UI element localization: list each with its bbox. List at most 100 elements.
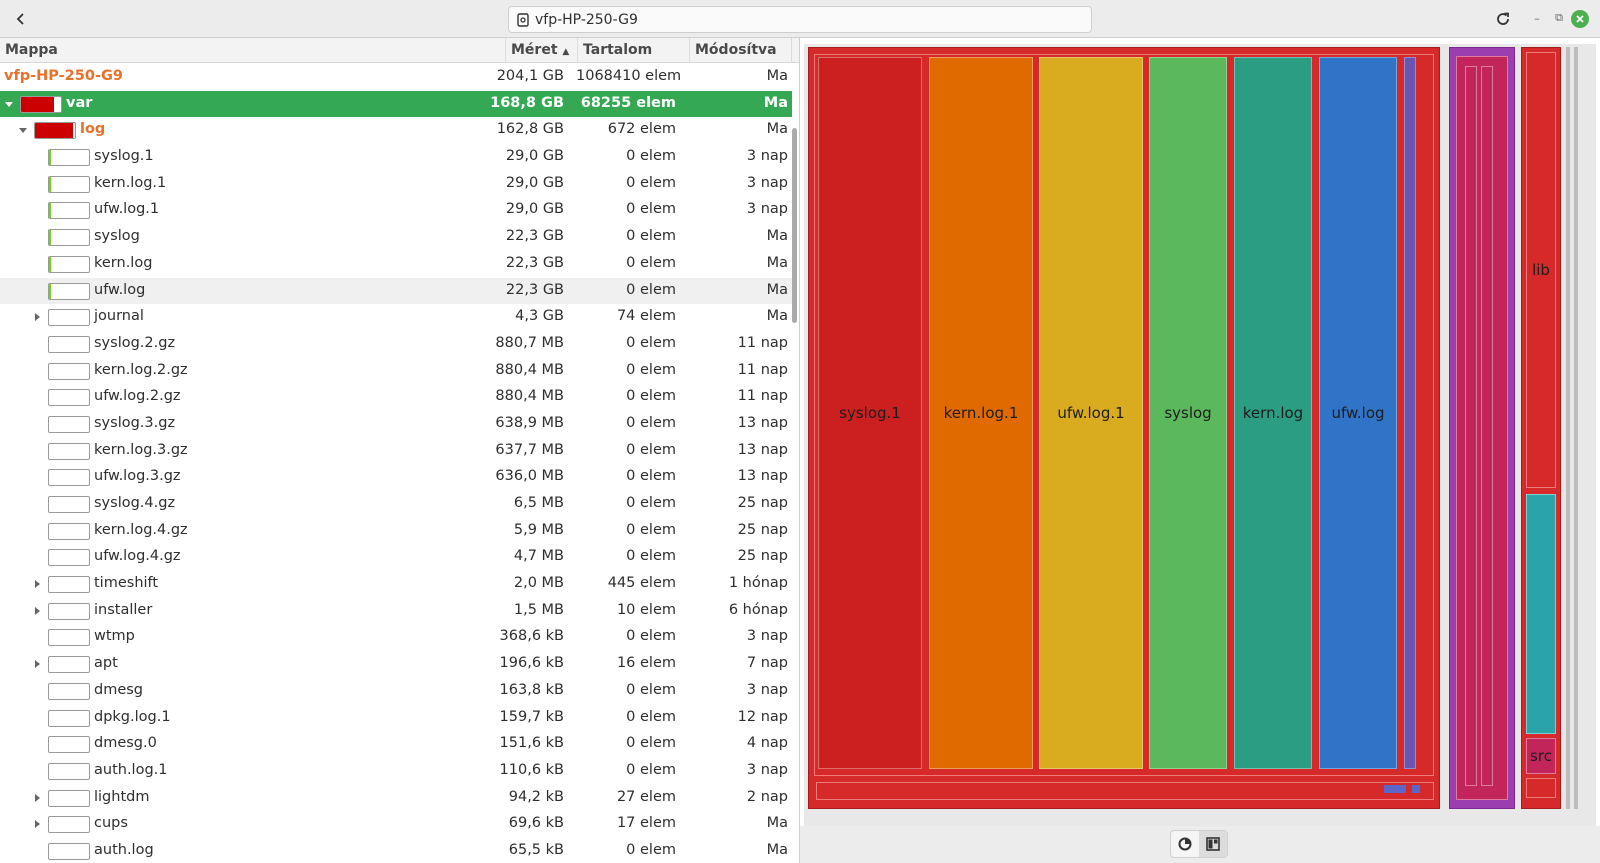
- treemap-usr-b[interactable]: [1481, 66, 1493, 786]
- usage-bar: [48, 415, 90, 433]
- treemap-small-1[interactable]: [1384, 785, 1406, 793]
- row-name: dmesg: [94, 681, 144, 698]
- collapse-arrow-icon[interactable]: [18, 125, 28, 135]
- tree-row[interactable]: auth.log 65,5 kB 0 elem Ma: [0, 838, 792, 863]
- tree-row[interactable]: ufw.log.2.gz 880,4 MB 0 elem 11 nap: [0, 384, 792, 411]
- treemap-teal[interactable]: [1526, 494, 1556, 734]
- row-modified: 13 nap: [737, 441, 788, 458]
- treemap-tile-journal[interactable]: [1404, 57, 1416, 769]
- row-name: lightdm: [94, 788, 150, 805]
- treemap-thin-2[interactable]: [1574, 47, 1578, 809]
- tree-row[interactable]: dmesg.0 151,6 kB 0 elem 4 nap: [0, 731, 792, 758]
- treemap-button[interactable]: [1199, 831, 1227, 857]
- row-size: 69,6 kB: [508, 815, 564, 832]
- row-name: ufw.log: [94, 281, 146, 298]
- tree-row[interactable]: auth.log.1 110,6 kB 0 elem 3 nap: [0, 758, 792, 785]
- row-name: dpkg.log.1: [94, 708, 171, 725]
- tree-row[interactable]: timeshift 2,0 MB 445 elem 1 hónap: [0, 571, 792, 598]
- tree-row[interactable]: ufw.log.1 29,0 GB 0 elem 3 nap: [0, 197, 792, 224]
- tree-row[interactable]: syslog 22,3 GB 0 elem Ma: [0, 224, 792, 251]
- tree-row[interactable]: wtmp 368,6 kB 0 elem 3 nap: [0, 624, 792, 651]
- tree-row[interactable]: syslog.4.gz 6,5 MB 0 elem 25 nap: [0, 491, 792, 518]
- tree-row[interactable]: dpkg.log.1 159,7 kB 0 elem 12 nap: [0, 705, 792, 732]
- row-modified: 3 nap: [746, 201, 788, 218]
- tree-row[interactable]: kern.log.2.gz 880,4 MB 0 elem 11 nap: [0, 358, 792, 385]
- treemap-label-src: src: [1530, 747, 1552, 765]
- treemap-label-lib: lib: [1532, 261, 1550, 279]
- treemap-thin-1[interactable]: [1566, 47, 1570, 809]
- row-name: var: [66, 94, 93, 111]
- row-size: 637,7 MB: [495, 441, 564, 458]
- row-contents: 0 elem: [626, 681, 676, 698]
- row-contents: 0 elem: [626, 708, 676, 725]
- row-contents: 0 elem: [626, 841, 676, 858]
- treemap-right-bottom[interactable]: [1526, 778, 1556, 798]
- minimize-button[interactable]: –: [1528, 9, 1546, 27]
- tree-row[interactable]: log 162,8 GB 672 elem Ma: [0, 117, 792, 144]
- tree-row[interactable]: dmesg 163,8 kB 0 elem 3 nap: [0, 678, 792, 705]
- usage-bar-fill: [49, 256, 52, 272]
- treemap-view[interactable]: syslog.1 kern.log.1 ufw.log.1 syslog kern.lo…: [804, 44, 1596, 826]
- tree-row[interactable]: cups 69,6 kB 17 elem Ma: [0, 811, 792, 838]
- tree-row[interactable]: syslog.1 29,0 GB 0 elem 3 nap: [0, 144, 792, 171]
- row-size: 29,0 GB: [505, 148, 564, 165]
- tree-row[interactable]: apt 196,6 kB 16 elem 7 nap: [0, 651, 792, 678]
- row-size: 110,6 kB: [499, 761, 564, 778]
- row-size: 638,9 MB: [495, 414, 564, 431]
- tree-row[interactable]: syslog.3.gz 638,9 MB 0 elem 13 nap: [0, 411, 792, 438]
- column-contents[interactable]: Tartalom: [578, 38, 690, 63]
- tree-row[interactable]: ufw.log.4.gz 4,7 MB 0 elem 25 nap: [0, 544, 792, 571]
- vertical-scrollbar[interactable]: [792, 128, 797, 323]
- row-modified: Ma: [766, 815, 788, 832]
- row-size: 880,7 MB: [495, 334, 564, 351]
- column-folder[interactable]: Mappa: [0, 38, 506, 63]
- row-contents: 0 elem: [626, 228, 676, 245]
- row-contents: 672 elem: [607, 121, 676, 138]
- row-size: 204,1 GB: [496, 68, 564, 84]
- row-contents: 0 elem: [626, 254, 676, 271]
- expand-arrow-icon[interactable]: [32, 819, 42, 829]
- row-size: 880,4 MB: [495, 361, 564, 378]
- maximize-button[interactable]: ⧉: [1550, 9, 1568, 27]
- treemap-usr-a[interactable]: [1465, 66, 1477, 786]
- tree-row[interactable]: ufw.log 22,3 GB 0 elem Ma: [0, 277, 792, 305]
- row-size: 159,7 kB: [499, 708, 564, 725]
- collapse-arrow-icon[interactable]: [4, 99, 14, 109]
- column-size[interactable]: Méret ▲: [506, 38, 578, 63]
- header-bar: vfp-HP-250-G9 – ⧉: [0, 0, 1600, 38]
- treemap-small-2[interactable]: [1412, 785, 1420, 793]
- ring-chart-button[interactable]: [1171, 831, 1199, 857]
- tree-row[interactable]: var 168,8 GB 68255 elem Ma: [0, 90, 792, 118]
- usage-bar: [20, 95, 62, 113]
- tree-row[interactable]: kern.log 22,3 GB 0 elem Ma: [0, 251, 792, 278]
- row-contents: 0 elem: [626, 201, 676, 218]
- row-size: 5,9 MB: [513, 521, 564, 538]
- column-size-label: Méret: [511, 42, 558, 58]
- reload-button[interactable]: [1490, 6, 1516, 32]
- tree-row[interactable]: lightdm 94,2 kB 27 elem 2 nap: [0, 785, 792, 812]
- expand-arrow-icon[interactable]: [32, 579, 42, 589]
- row-contents: 0 elem: [626, 388, 676, 405]
- usage-bar-fill: [49, 203, 52, 219]
- row-name: syslog.1: [94, 148, 154, 165]
- expand-arrow-icon[interactable]: [32, 312, 42, 322]
- expand-arrow-icon[interactable]: [32, 793, 42, 803]
- row-size: 4,3 GB: [515, 308, 564, 325]
- back-button[interactable]: [8, 6, 34, 32]
- expand-arrow-icon[interactable]: [32, 659, 42, 669]
- tree-row[interactable]: ufw.log.3.gz 636,0 MB 0 elem 13 nap: [0, 464, 792, 491]
- tree-row[interactable]: installer 1,5 MB 10 elem 6 hónap: [0, 598, 792, 625]
- row-name: cups: [94, 815, 128, 832]
- tree-row[interactable]: kern.log.3.gz 637,7 MB 0 elem 13 nap: [0, 438, 792, 465]
- tree-row[interactable]: syslog.2.gz 880,7 MB 0 elem 11 nap: [0, 331, 792, 358]
- location-bar[interactable]: vfp-HP-250-G9: [508, 6, 1092, 33]
- expand-arrow-icon[interactable]: [32, 606, 42, 616]
- tree-row[interactable]: vfp-HP-250-G9 204,1 GB 1068410 elem Ma: [0, 64, 792, 91]
- tree-row[interactable]: journal 4,3 GB 74 elem Ma: [0, 304, 792, 331]
- tree-row[interactable]: kern.log.4.gz 5,9 MB 0 elem 25 nap: [0, 518, 792, 545]
- usage-bar: [48, 149, 90, 167]
- close-button[interactable]: [1571, 10, 1589, 28]
- tree-row[interactable]: kern.log.1 29,0 GB 0 elem 3 nap: [0, 171, 792, 198]
- treemap-bottom-strip[interactable]: [816, 782, 1434, 800]
- column-modified[interactable]: Módosítva: [690, 38, 792, 63]
